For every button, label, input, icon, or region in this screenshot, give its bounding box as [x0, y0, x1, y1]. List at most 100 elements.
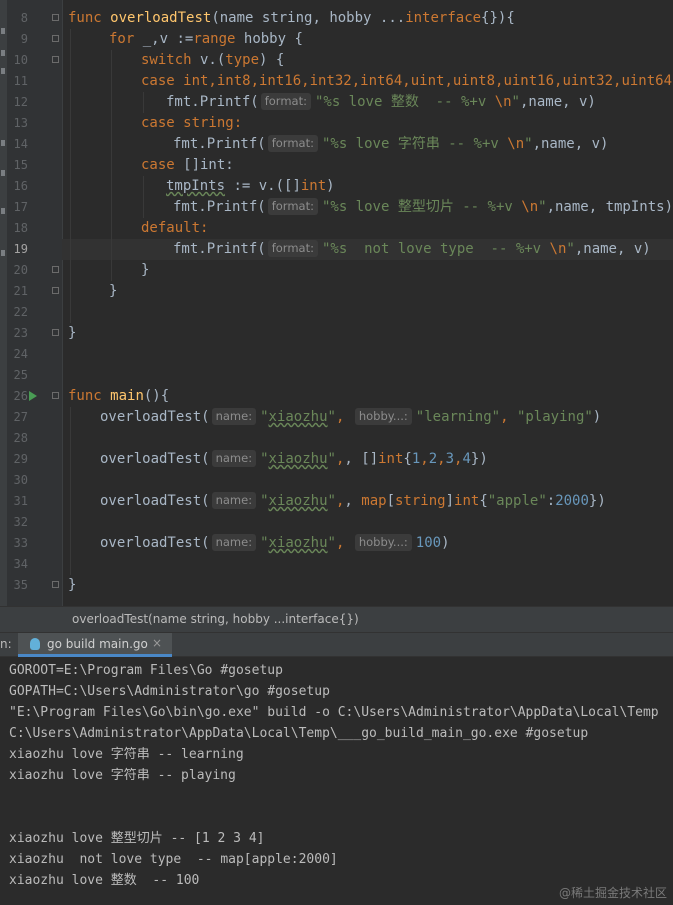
breadcrumb-label[interactable]: overloadTest(name string, hobby ...inter…	[72, 612, 359, 626]
keyword: int	[300, 178, 327, 194]
tab-go-build-main[interactable]: go build main.go ×	[18, 633, 172, 657]
indent-guide	[143, 176, 144, 218]
code-line-27[interactable]: overloadTest(name: "xiaozhu", hobby...: "l…	[100, 407, 601, 428]
code-line-23[interactable]: }	[68, 323, 76, 344]
keyword: interface	[405, 10, 482, 26]
parameter-hint: format:	[267, 198, 318, 215]
code-text: [	[386, 493, 395, 509]
console-line: GOPATH=C:\Users\Administrator\go #gosetu…	[9, 684, 330, 699]
string-literal: xiaozhu	[268, 409, 328, 425]
line-number: 15	[13, 158, 28, 172]
code-line-29[interactable]: overloadTest(name: "xiaozhu",, []int{1,2,…	[100, 449, 488, 470]
code-line-14[interactable]: fmt.Printf(format: "%s love 字符串 -- %+v \n…	[173, 134, 608, 155]
line-number: 19	[13, 242, 28, 256]
code-line-33[interactable]: overloadTest(name: "xiaozhu", hobby...: 10…	[100, 533, 450, 554]
line-number: 16	[13, 179, 28, 193]
line-number: 31	[13, 494, 28, 508]
code-line-10[interactable]: switch v.(type) {	[141, 50, 284, 71]
line-number: 34	[13, 557, 28, 571]
code-text: []int:	[174, 157, 234, 173]
fold-icon[interactable]	[52, 392, 59, 399]
fold-icon[interactable]	[52, 329, 59, 336]
line-number-gutter: 8 9 10 11 12 13 14 15 16 17 18 19 20 21 22 23 24 25 26 27 28…	[7, 0, 63, 606]
fold-icon[interactable]	[52, 287, 59, 294]
code-line-21[interactable]: }	[109, 281, 117, 302]
variable-name: tmpInts	[166, 178, 226, 194]
fold-icon[interactable]	[52, 56, 59, 63]
code-text: _,v :=	[134, 31, 194, 47]
code-line-15[interactable]: case []int:	[141, 155, 234, 176]
code-text: v.(	[191, 52, 226, 68]
code-editor[interactable]: 8 9 10 11 12 13 14 15 16 17 18 19 20 21 22 23 24 25 26 27 28…	[0, 0, 673, 606]
line-number: 32	[13, 515, 28, 529]
editor-left-strip	[0, 0, 7, 606]
closing-brace: }	[68, 577, 77, 593]
keyword: int	[378, 451, 404, 467]
keyword: func	[68, 10, 102, 26]
string-literal: "%s love 整型切片 -- %+v	[321, 199, 522, 215]
code-line-19[interactable]: fmt.Printf(format: "%s not love type -- %…	[173, 239, 651, 260]
code-text: ,name, tmpInts)	[546, 199, 673, 215]
line-number: 28	[13, 431, 28, 445]
string-literal: xiaozhu	[268, 535, 328, 551]
strip-marker	[1, 50, 5, 56]
line-number: 23	[13, 326, 28, 340]
code-text: overloadTest(	[100, 493, 210, 509]
code-text: )	[592, 409, 602, 425]
code-line-20[interactable]: }	[141, 260, 149, 281]
code-text: fmt.Printf(	[166, 94, 259, 110]
number-literal: 100	[415, 535, 442, 551]
code-text: )	[326, 178, 335, 194]
code-line-8[interactable]: func overloadTest(name string, hobby ...…	[68, 8, 515, 29]
fold-icon[interactable]	[52, 266, 59, 273]
number-literal: 2	[428, 451, 438, 467]
code-line-31[interactable]: overloadTest(name: "xiaozhu",, map[string…	[100, 491, 606, 512]
string-literal: "playing"	[516, 409, 593, 425]
code-line-26[interactable]: func main(){	[68, 386, 169, 407]
fold-icon[interactable]	[52, 581, 59, 588]
parameter-hint: hobby...:	[354, 408, 412, 425]
run-console-output[interactable]: GOROOT=E:\Program Files\Go #gosetup GOPAT…	[0, 657, 673, 905]
code-line-13[interactable]: case string:	[141, 113, 242, 134]
line-number: 22	[13, 305, 28, 319]
string-literal: xiaozhu	[268, 451, 328, 467]
run-gutter-icon[interactable]	[29, 391, 37, 401]
parameter-hint: name:	[211, 450, 257, 467]
code-line-9[interactable]: for _,v :=range hobby {	[109, 29, 303, 50]
function-name: main	[110, 388, 144, 404]
code-line-18[interactable]: default:	[141, 218, 208, 239]
keyword: map	[361, 493, 387, 509]
keyword: default:	[141, 220, 209, 236]
code-text: fmt.Printf(	[173, 241, 266, 257]
code-text: overloadTest(	[100, 409, 210, 425]
go-gopher-icon	[30, 638, 40, 650]
code-line-12[interactable]: fmt.Printf(format: "%s love 整数 -- %+v \n"…	[166, 92, 596, 113]
code-text: {	[479, 493, 488, 509]
breadcrumb[interactable]: overloadTest(name string, hobby ...inter…	[0, 606, 673, 633]
closing-brace: }	[109, 283, 118, 299]
parameter-hint: name:	[211, 408, 257, 425]
parameter-hint: format:	[267, 240, 318, 257]
fold-icon[interactable]	[52, 35, 59, 42]
code-text: (name string, hobby ...	[211, 10, 406, 26]
code-line-35[interactable]: }	[68, 575, 76, 596]
indent-guide	[70, 407, 71, 575]
code-text: ) {	[259, 52, 285, 68]
line-number: 25	[13, 368, 28, 382]
line-number: 30	[13, 473, 28, 487]
string-literal: xiaozhu	[268, 493, 328, 509]
tab-label: go build main.go	[47, 637, 148, 651]
function-name: overloadTest	[110, 10, 212, 26]
code-line-16[interactable]: tmpInts := v.([]int)	[166, 176, 335, 197]
strip-marker	[1, 140, 5, 146]
string-literal: "	[511, 94, 520, 110]
string-literal: "learning"	[415, 409, 501, 425]
fold-icon[interactable]	[52, 14, 59, 21]
string-literal: "apple"	[487, 493, 547, 509]
code-line-11[interactable]: case int,int8,int16,int32,int64,uint,uin…	[141, 71, 673, 92]
code-line-17[interactable]: fmt.Printf(format: "%s love 整型切片 -- %+v \…	[173, 197, 673, 218]
indent-guide	[143, 92, 144, 113]
close-icon[interactable]: ×	[152, 636, 162, 650]
string-literal: "	[327, 409, 336, 425]
code-text: ,	[344, 493, 362, 509]
